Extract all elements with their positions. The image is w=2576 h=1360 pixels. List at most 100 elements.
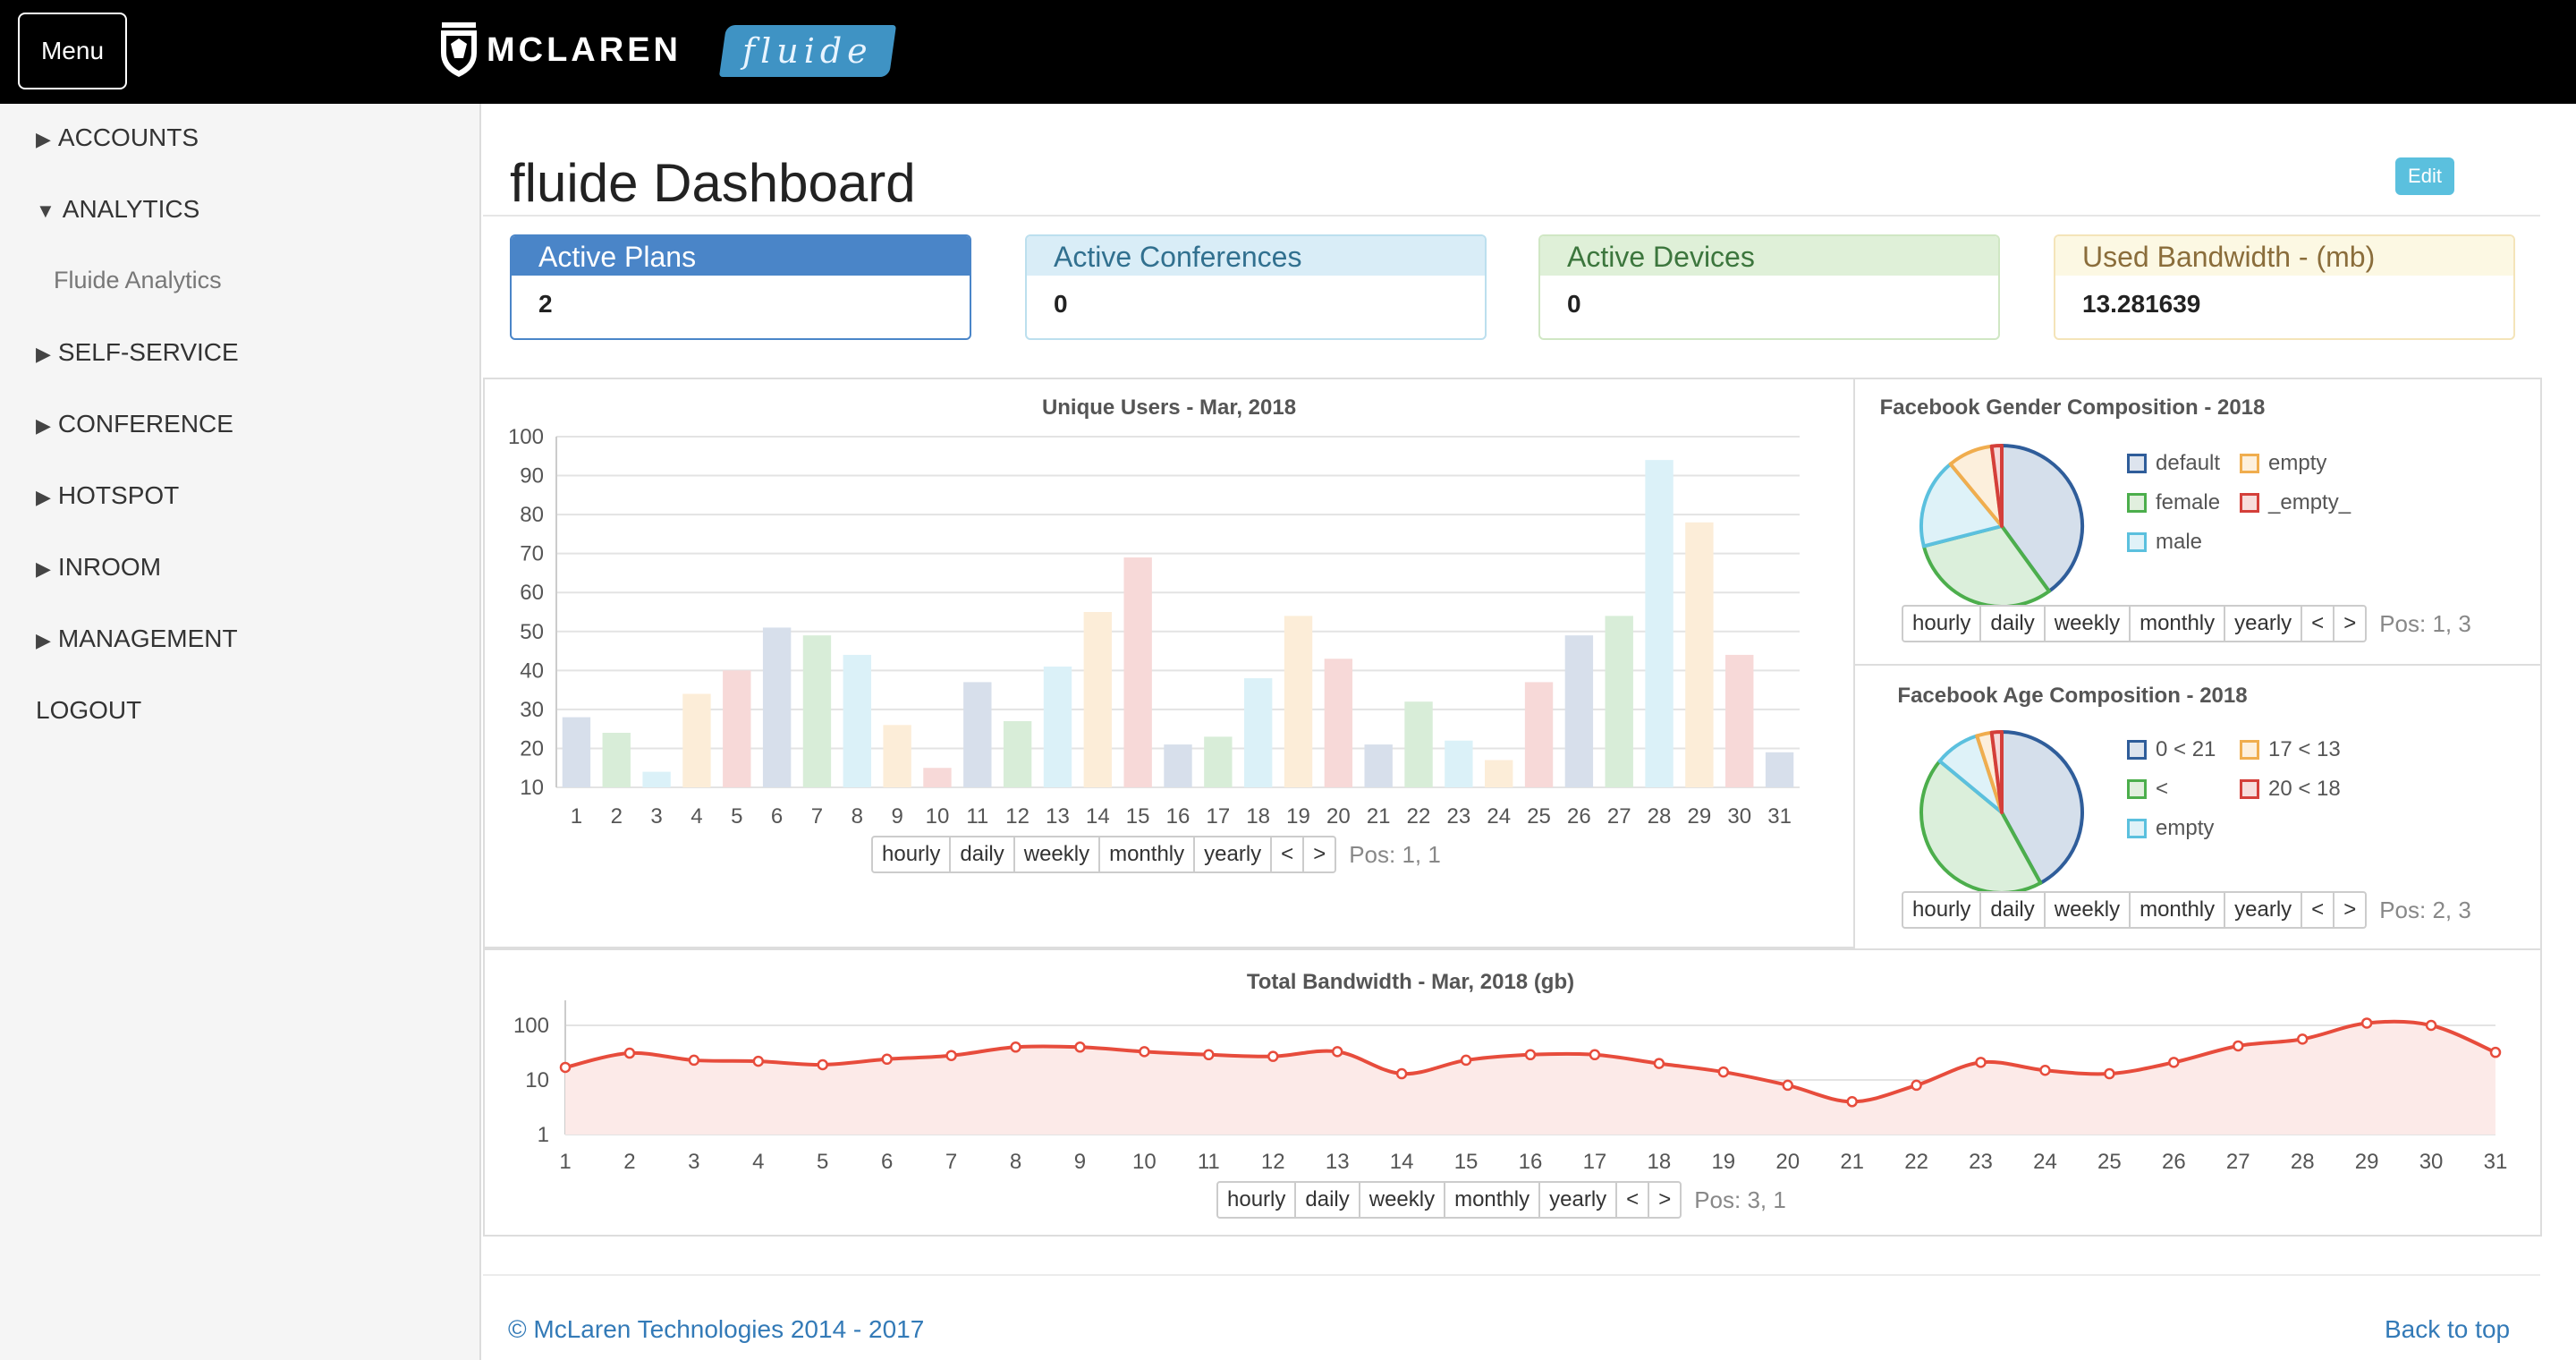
period-yearly-button[interactable]: yearly — [1193, 836, 1273, 873]
prev-button[interactable]: < — [2301, 891, 2335, 929]
x-tick-label: 18 — [1246, 804, 1270, 829]
legend-label: default — [2156, 451, 2221, 475]
sidebar-item-accounts[interactable]: ▶ ACCOUNTS — [36, 123, 199, 152]
sidebar-item-label: CONFERENCE — [57, 410, 233, 438]
sidebar-item-hotspot[interactable]: ▶ HOTSPOT — [36, 481, 179, 510]
x-tick-label: 15 — [1454, 1150, 1479, 1174]
x-tick-label: 7 — [945, 1150, 957, 1174]
period-hourly-button[interactable]: hourly — [1902, 891, 1982, 929]
period-daily-button[interactable]: daily — [1979, 605, 2046, 642]
sidebar-item-label: ACCOUNTS — [57, 123, 199, 151]
next-button[interactable]: > — [2333, 605, 2368, 642]
x-tick-label: 2 — [611, 804, 623, 829]
period-controls: hourly daily weekly monthly yearly < > P… — [1902, 891, 2471, 929]
period-yearly-button[interactable]: yearly — [1538, 1181, 1618, 1219]
period-weekly-button[interactable]: weekly — [1358, 1181, 1446, 1219]
caret-right-icon: ▶ — [36, 557, 51, 580]
data-point — [1460, 1054, 1472, 1067]
period-monthly-button[interactable]: monthly — [2129, 891, 2226, 929]
fluide-logo[interactable]: fluide — [718, 25, 897, 77]
stat-card-used-bandwidth: Used Bandwidth - (mb) 13.281639 — [2054, 234, 2515, 340]
period-daily-button[interactable]: daily — [1979, 891, 2046, 929]
bar — [1364, 744, 1393, 787]
x-tick-label: 12 — [1005, 804, 1030, 829]
period-hourly-button[interactable]: hourly — [1216, 1181, 1297, 1219]
data-point — [623, 1047, 636, 1059]
period-monthly-button[interactable]: monthly — [1444, 1181, 1541, 1219]
x-tick-label: 22 — [1407, 804, 1431, 829]
period-yearly-button[interactable]: yearly — [2224, 605, 2303, 642]
x-tick-label: 26 — [1567, 804, 1591, 829]
sidebar-item-inroom[interactable]: ▶ INROOM — [36, 553, 161, 582]
legend-swatch — [2240, 454, 2259, 473]
sidebar-subitem-fluide-analytics[interactable]: Fluide Analytics — [54, 267, 222, 294]
x-tick-label: 6 — [771, 804, 783, 829]
period-hourly-button[interactable]: hourly — [871, 836, 952, 873]
x-tick-label: 29 — [1688, 804, 1712, 829]
x-tick-label: 3 — [650, 804, 662, 829]
period-daily-button[interactable]: daily — [949, 836, 1015, 873]
next-button[interactable]: > — [1302, 836, 1337, 873]
period-weekly-button[interactable]: weekly — [2043, 891, 2131, 929]
back-to-top-link[interactable]: Back to top — [2385, 1315, 2510, 1344]
legend-empty: empty — [2127, 816, 2214, 841]
data-point — [2296, 1033, 2309, 1045]
legend-label: < — [2156, 777, 2169, 801]
period-monthly-button[interactable]: monthly — [1098, 836, 1196, 873]
prev-button[interactable]: < — [2301, 605, 2335, 642]
period-hourly-button[interactable]: hourly — [1902, 605, 1982, 642]
y-tick-label: 40 — [520, 659, 544, 683]
bar — [1524, 682, 1554, 787]
sidebar-item-conference[interactable]: ▶ CONFERENCE — [36, 410, 233, 438]
x-tick-label: 14 — [1086, 804, 1110, 829]
legend-swatch — [2127, 819, 2147, 838]
x-tick-label: 5 — [731, 804, 742, 829]
period-weekly-button[interactable]: weekly — [2043, 605, 2131, 642]
bar — [1284, 616, 1313, 787]
legend-swatch — [2127, 532, 2147, 552]
sidebar-item-analytics[interactable]: ▼ ANALYTICS — [36, 195, 199, 224]
prev-button[interactable]: < — [1270, 836, 1305, 873]
x-tick-label: 3 — [688, 1150, 699, 1174]
sidebar-item-label: INROOM — [57, 553, 162, 581]
legend-20-lt-18: 20 < 18 — [2240, 777, 2341, 802]
legend-swatch — [2127, 454, 2147, 473]
period-daily-button[interactable]: daily — [1294, 1181, 1360, 1219]
legend-label: _empty_ — [2268, 490, 2351, 514]
edit-button[interactable]: Edit — [2395, 157, 2454, 195]
period-controls: hourly daily weekly monthly yearly < > P… — [871, 836, 1441, 873]
caret-right-icon: ▶ — [36, 343, 51, 365]
x-tick-label: 17 — [1583, 1150, 1607, 1174]
data-point — [1203, 1049, 1215, 1061]
next-button[interactable]: > — [1648, 1181, 1682, 1219]
bar — [1404, 701, 1433, 787]
y-tick-label: 100 — [513, 1014, 549, 1038]
logout-link[interactable]: LOGOUT — [36, 696, 141, 725]
y-tick-label: 60 — [520, 581, 544, 605]
stat-label: Used Bandwidth - (mb) — [2055, 236, 2513, 276]
x-tick-label: 20 — [1326, 804, 1351, 829]
x-tick-label: 9 — [1074, 1150, 1086, 1174]
period-yearly-button[interactable]: yearly — [2224, 891, 2303, 929]
data-point — [1911, 1079, 1922, 1092]
x-tick-label: 27 — [2226, 1150, 2250, 1174]
next-button[interactable]: > — [2333, 891, 2368, 929]
legend-swatch — [2127, 779, 2147, 799]
legend-swatch — [2240, 493, 2259, 513]
sidebar-item-self-service[interactable]: ▶ SELF-SERVICE — [36, 338, 239, 367]
prev-button[interactable]: < — [1615, 1181, 1650, 1219]
menu-button[interactable]: Menu — [18, 13, 127, 89]
shield-icon — [441, 22, 477, 77]
sidebar-item-management[interactable]: ▶ MANAGEMENT — [36, 625, 238, 653]
period-monthly-button[interactable]: monthly — [2129, 605, 2226, 642]
data-point — [1010, 1041, 1021, 1053]
legend-lt: < — [2127, 777, 2168, 802]
period-weekly-button[interactable]: weekly — [1013, 836, 1101, 873]
bar — [1123, 557, 1152, 787]
page-title: fluide Dashboard — [510, 153, 916, 213]
bar — [1164, 744, 1192, 787]
legend-_empty_: _empty_ — [2240, 490, 2351, 515]
sidebar-item-label: MANAGEMENT — [57, 625, 238, 652]
mclaren-logo[interactable]: MCLAREN — [438, 21, 682, 79]
bar — [562, 717, 591, 787]
